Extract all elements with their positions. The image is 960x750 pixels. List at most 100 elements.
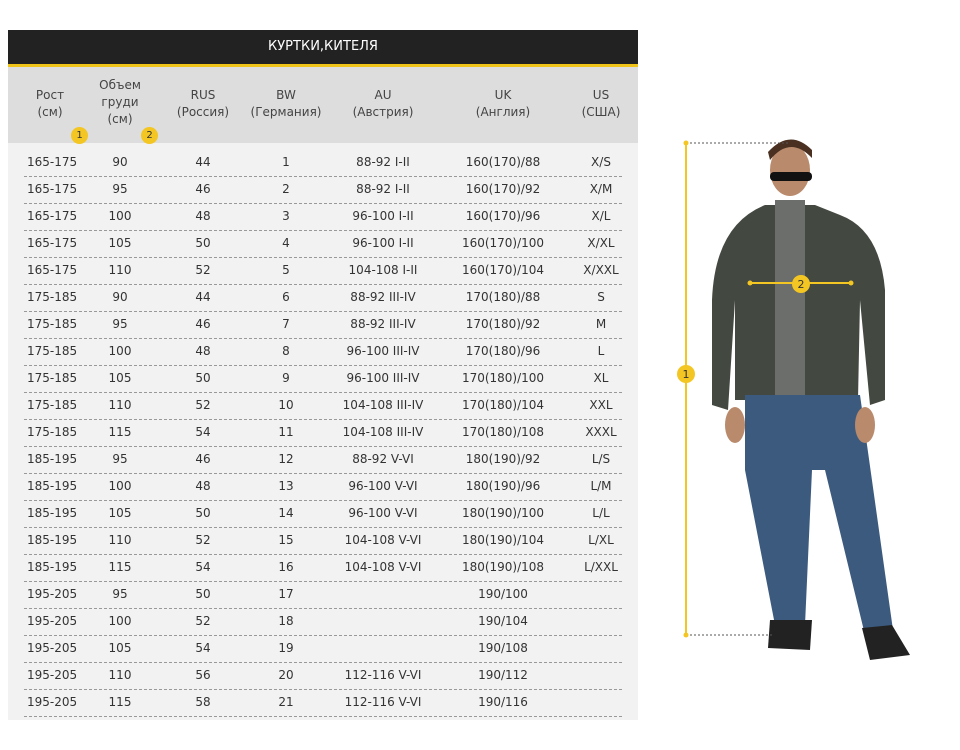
table-cell: 180(190)/104 xyxy=(461,533,545,547)
table-cell: 170(180)/100 xyxy=(461,371,545,385)
table-cell: 170(180)/88 xyxy=(465,290,541,304)
table-cell: 96-100 I-II xyxy=(352,236,414,250)
table-cell: 11 xyxy=(278,425,294,439)
chest-badge: 2 xyxy=(141,127,158,144)
table-cell: 10 xyxy=(278,398,294,412)
table-cell: 4 xyxy=(282,236,290,250)
header-line: AU xyxy=(374,88,392,102)
table-cell: 160(170)/100 xyxy=(461,236,545,250)
table-cell: 195-205 xyxy=(27,614,78,628)
table-cell: 58 xyxy=(195,695,211,709)
table-cell: 54 xyxy=(195,560,211,574)
table-cell: 96-100 I-II xyxy=(352,209,414,223)
table-cell: X/XXL xyxy=(583,263,619,277)
table-row: 175-185 105 50 9 96-100 III-IV 170(180)/100 XL xyxy=(24,365,622,393)
table-cell: 185-195 xyxy=(27,533,78,547)
table-cell: 52 xyxy=(195,614,211,628)
table-row: 175-185 115 54 11 104-108 III-IV 170(180)/108… xyxy=(24,419,622,447)
model-figure: 1 2 xyxy=(677,139,910,660)
table-cell: 7 xyxy=(282,317,290,331)
table-cell: 110 xyxy=(108,533,132,547)
table-cell: 165-175 xyxy=(27,236,78,250)
table-cell: 50 xyxy=(195,506,211,520)
table-cell: L/XXL xyxy=(584,560,618,574)
table-cell: 50 xyxy=(195,587,211,601)
table-cell: 104-108 III-IV xyxy=(342,425,424,439)
table-cell: 115 xyxy=(108,560,132,574)
table-cell: X/M xyxy=(589,182,613,196)
table-cell: 96-100 III-IV xyxy=(346,344,420,358)
table-cell: 46 xyxy=(195,452,211,466)
table-cell: 54 xyxy=(195,425,211,439)
table-cell: 104-108 V-VI xyxy=(344,560,422,574)
table-cell: 185-195 xyxy=(27,452,78,466)
table-cell: 90 xyxy=(112,290,128,304)
table-row: 165-175 100 48 3 96-100 I-II 160(170)/96 X/L xyxy=(24,203,622,231)
table-cell: 15 xyxy=(278,533,294,547)
table-cell: 17 xyxy=(278,587,294,601)
table-cell: X/XL xyxy=(587,236,615,250)
height-badge: 1 xyxy=(71,127,88,144)
table-cell: 90 xyxy=(112,155,128,169)
header-line: (см) xyxy=(37,105,63,119)
table-cell: 110 xyxy=(108,263,132,277)
table-cell: 96-100 V-VI xyxy=(348,479,418,493)
table-cell: 180(190)/108 xyxy=(461,560,545,574)
table-cell: XL xyxy=(593,371,609,385)
table-cell: 48 xyxy=(195,209,211,223)
svg-text:2: 2 xyxy=(798,278,805,291)
table-row: 175-185 90 44 6 88-92 III-IV 170(180)/88 S xyxy=(24,284,622,312)
table-cell: 12 xyxy=(278,452,294,466)
table-cell: L xyxy=(597,344,605,358)
table-row: 165-175 90 44 1 88-92 I-II 160(170)/88 X/S xyxy=(24,149,622,177)
table-cell: 105 xyxy=(108,371,132,385)
table-cell: X/S xyxy=(591,155,611,169)
table-row: 185-195 95 46 12 88-92 V-VI 180(190)/92 L/S xyxy=(24,446,622,474)
table-cell: XXXL xyxy=(585,425,617,439)
table-cell: 190/116 xyxy=(478,695,528,709)
table-cell: 112-116 V-VI xyxy=(344,668,422,682)
column-header: AU (Австрия) xyxy=(353,87,414,121)
table-cell: X/L xyxy=(591,209,611,223)
table-cell: 3 xyxy=(282,209,290,223)
table-cell: 180(190)/96 xyxy=(465,479,541,493)
column-header: BW (Германия) xyxy=(251,87,322,121)
column-header: Рост (см) xyxy=(36,87,64,121)
table-cell: 175-185 xyxy=(27,425,78,439)
column-header: Объем груди (см) xyxy=(99,77,141,128)
table-cell: L/M xyxy=(590,479,612,493)
table-cell: 170(180)/96 xyxy=(465,344,541,358)
table-cell: 50 xyxy=(195,236,211,250)
table-cell: 1 xyxy=(282,155,290,169)
column-header: RUS (Россия) xyxy=(177,87,229,121)
table-cell: 6 xyxy=(282,290,290,304)
table-row: 185-195 105 50 14 96-100 V-VI 180(190)/100 L/L xyxy=(24,500,622,528)
table-cell: 95 xyxy=(112,452,128,466)
table-cell: 9 xyxy=(282,371,290,385)
table-cell: 195-205 xyxy=(27,668,78,682)
table-row: 165-175 105 50 4 96-100 I-II 160(170)/100 X/XL xyxy=(24,230,622,258)
header-line: US xyxy=(592,88,610,102)
table-row: 165-175 95 46 2 88-92 I-II 160(170)/92 X/M xyxy=(24,176,622,204)
table-cell: 190/104 xyxy=(478,614,528,628)
table-cell: 105 xyxy=(108,506,132,520)
table-cell: 95 xyxy=(112,182,128,196)
table-cell: 105 xyxy=(108,236,132,250)
table-cell: 88-92 I-II xyxy=(356,155,410,169)
table-row: 175-185 100 48 8 96-100 III-IV 170(180)/96 L xyxy=(24,338,622,366)
table-cell: 95 xyxy=(112,587,128,601)
table-cell: 110 xyxy=(108,668,132,682)
table-cell: 170(180)/104 xyxy=(461,398,545,412)
table-cell: 20 xyxy=(278,668,294,682)
table-row: 195-205 95 50 17 190/100 xyxy=(24,581,622,609)
table-cell: 14 xyxy=(278,506,294,520)
table-cell: L/L xyxy=(592,506,610,520)
header-line: Рост xyxy=(35,88,65,102)
table-cell: L/XL xyxy=(588,533,614,547)
table-cell: 185-195 xyxy=(27,506,78,520)
table-cell: 95 xyxy=(112,317,128,331)
table-cell: 88-92 III-IV xyxy=(350,317,416,331)
table-cell: 48 xyxy=(195,479,211,493)
table-cell: 16 xyxy=(278,560,294,574)
table-row: 165-175 110 52 5 104-108 I-II 160(170)/104 X/X… xyxy=(24,257,622,285)
